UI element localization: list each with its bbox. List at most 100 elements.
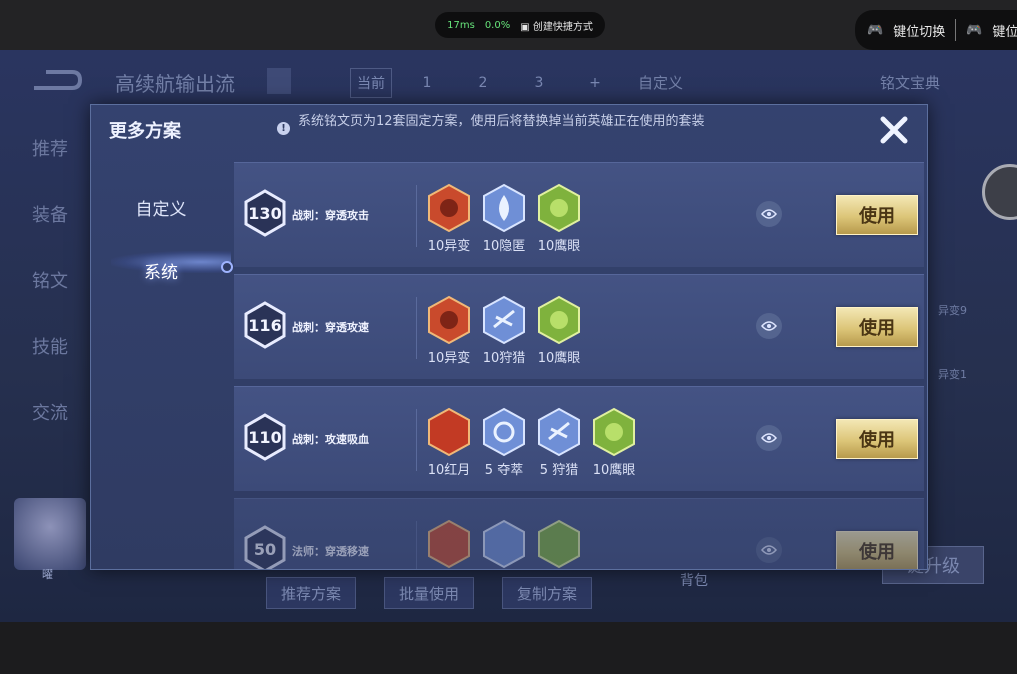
preview-eye-icon[interactable] bbox=[756, 537, 782, 563]
floating-assist-icon[interactable] bbox=[982, 164, 1017, 220]
tab-custom[interactable]: 自定义 bbox=[91, 195, 231, 220]
rune-slot[interactable] bbox=[476, 519, 532, 569]
blue-rune-icon bbox=[483, 183, 525, 233]
top-overlay-bar: 17ms 0.0% ▣ 创建快捷方式 🎮 键位切换 🎮 键位 bbox=[0, 0, 1017, 50]
plan-tab-1[interactable]: 1 bbox=[406, 68, 448, 98]
rune-slot[interactable]: 5 狩猎 bbox=[531, 407, 587, 478]
modal-tab-column: 自定义 系统 bbox=[91, 161, 231, 569]
sidebar-item-community[interactable]: 交流 bbox=[32, 399, 68, 425]
custom-label[interactable]: 自定义 bbox=[638, 72, 683, 93]
preview-eye-icon[interactable] bbox=[756, 313, 782, 339]
rune-slot[interactable]: 10异变 bbox=[421, 295, 477, 366]
divider bbox=[416, 297, 417, 359]
divider bbox=[416, 185, 417, 247]
plan-level: 50 bbox=[253, 540, 277, 559]
divider bbox=[416, 409, 417, 471]
rune-label: 10鹰眼 bbox=[537, 351, 581, 366]
rune-label: 10红月 bbox=[427, 463, 471, 478]
plan-name: 战刺：攻速吸血 bbox=[292, 433, 369, 446]
use-button[interactable]: 使用 bbox=[836, 195, 918, 235]
blue-rune-icon bbox=[483, 407, 525, 457]
right-rune-label-1: 异变9 bbox=[938, 304, 967, 317]
right-rune-label-2: 异变1 bbox=[938, 368, 967, 381]
plan-tab-2[interactable]: 2 bbox=[462, 68, 504, 98]
plan-tab-add[interactable]: + bbox=[574, 68, 616, 98]
rune-book-label[interactable]: 铭文宝典 bbox=[880, 72, 940, 93]
rune-slot[interactable]: 10异变 bbox=[421, 183, 477, 254]
batch-use-button[interactable]: 批量使用 bbox=[384, 577, 475, 609]
divider bbox=[955, 19, 957, 41]
use-button[interactable]: 使用 bbox=[836, 307, 918, 347]
plan-row: 130 战刺：穿透攻击 10异变 10隐匿 10鹰眼 使用 bbox=[234, 162, 924, 267]
red-rune-icon bbox=[428, 183, 470, 233]
backpack-label[interactable]: 背包 bbox=[680, 570, 708, 590]
blue-rune-icon bbox=[483, 519, 525, 569]
gamepad-icon: 🎮 bbox=[867, 22, 884, 38]
rune-slot[interactable]: 10隐匿 bbox=[476, 183, 532, 254]
plan-level: 116 bbox=[248, 316, 282, 335]
plan-name: 战刺：穿透攻速 bbox=[292, 321, 369, 334]
rune-slot[interactable]: 10红月 bbox=[421, 407, 477, 478]
rune-label: 10异变 bbox=[427, 351, 471, 366]
sidebar-item-rune[interactable]: 铭文 bbox=[32, 267, 68, 293]
preview-eye-icon[interactable] bbox=[756, 425, 782, 451]
plan-row: 116 战刺：穿透攻速 10异变 10狩猎 10鹰眼 使用 bbox=[234, 274, 924, 379]
blue-rune-icon bbox=[483, 295, 525, 345]
plan-level: 110 bbox=[248, 428, 282, 447]
plan-tab-current[interactable]: 当前 bbox=[350, 68, 392, 98]
red-rune-icon bbox=[428, 295, 470, 345]
create-shortcut-button[interactable]: ▣ 创建快捷方式 bbox=[520, 18, 593, 33]
tab-system[interactable]: 系统 bbox=[91, 258, 231, 283]
bottom-strip bbox=[0, 622, 1017, 674]
divider bbox=[416, 521, 417, 569]
plan-list: 130 战刺：穿透攻击 10异变 10隐匿 10鹰眼 使用 116 战刺：穿透攻… bbox=[234, 162, 924, 569]
plan-row: 50 法师：穿透移速 使用 bbox=[234, 498, 924, 569]
back-icon[interactable] bbox=[32, 68, 82, 92]
hero-name: 曜 bbox=[42, 568, 53, 581]
rune-slot[interactable]: 10狩猎 bbox=[476, 295, 532, 366]
performance-pill: 17ms 0.0% ▣ 创建快捷方式 bbox=[435, 12, 605, 38]
plan-tabs: 当前 1 2 3 + bbox=[350, 68, 616, 98]
recommend-plan-button[interactable]: 推荐方案 bbox=[266, 577, 357, 609]
copy-plan-button[interactable]: 复制方案 bbox=[502, 577, 593, 609]
green-rune-icon bbox=[593, 407, 635, 457]
rune-slot[interactable]: 10鹰眼 bbox=[531, 183, 587, 254]
rune-slot[interactable]: 5 夺萃 bbox=[476, 407, 532, 478]
key-switch-button[interactable]: 键位切换 bbox=[893, 21, 945, 40]
green-rune-icon bbox=[538, 295, 580, 345]
hero-avatar[interactable] bbox=[14, 498, 86, 570]
key-switch-button-2[interactable]: 键位 bbox=[992, 21, 1017, 40]
modal-header: 更多方案 ! 系统铭文页为12套固定方案，使用后将替换掉当前英雄正在使用的套装 bbox=[91, 105, 927, 161]
gamepad-icon-2: 🎮 bbox=[966, 22, 983, 38]
rune-slot[interactable]: 10鹰眼 bbox=[586, 407, 642, 478]
use-button[interactable]: 使用 bbox=[836, 419, 918, 459]
grid-icon[interactable] bbox=[267, 68, 291, 94]
rune-slot[interactable]: 10鹰眼 bbox=[531, 295, 587, 366]
key-switch-bar: 🎮 键位切换 🎮 键位 bbox=[855, 10, 1017, 50]
rune-slot[interactable] bbox=[421, 519, 477, 569]
modal-title: 更多方案 bbox=[109, 121, 181, 142]
plan-level: 130 bbox=[248, 204, 282, 223]
rune-label: 5 夺萃 bbox=[484, 463, 524, 478]
green-rune-icon bbox=[538, 183, 580, 233]
rune-label: 10鹰眼 bbox=[592, 463, 636, 478]
blue-rune-icon bbox=[538, 407, 580, 457]
use-button[interactable]: 使用 bbox=[836, 531, 918, 569]
preview-eye-icon[interactable] bbox=[756, 201, 782, 227]
rune-slot[interactable] bbox=[531, 519, 587, 569]
modal-notice: 系统铭文页为12套固定方案，使用后将替换掉当前英雄正在使用的套装 bbox=[298, 114, 705, 129]
rune-label: 10异变 bbox=[427, 239, 471, 254]
sidebar-item-skill[interactable]: 技能 bbox=[32, 333, 68, 359]
rune-label: 5 狩猎 bbox=[539, 463, 579, 478]
red-rune-icon bbox=[428, 519, 470, 569]
more-plans-modal: 更多方案 ! 系统铭文页为12套固定方案，使用后将替换掉当前英雄正在使用的套装 … bbox=[90, 104, 928, 570]
sidebar-item-equipment[interactable]: 装备 bbox=[32, 201, 68, 227]
build-title: 高续航输出流 bbox=[115, 72, 235, 96]
close-icon[interactable] bbox=[877, 113, 911, 147]
info-icon: ! bbox=[277, 122, 290, 135]
latency-value: 17ms bbox=[447, 19, 475, 31]
sidebar-item-recommend[interactable]: 推荐 bbox=[32, 135, 68, 161]
plan-row: 110 战刺：攻速吸血 10红月 5 夺萃 5 狩猎 10鹰眼 使用 bbox=[234, 386, 924, 491]
rune-label: 10狩猎 bbox=[482, 351, 526, 366]
plan-tab-3[interactable]: 3 bbox=[518, 68, 560, 98]
